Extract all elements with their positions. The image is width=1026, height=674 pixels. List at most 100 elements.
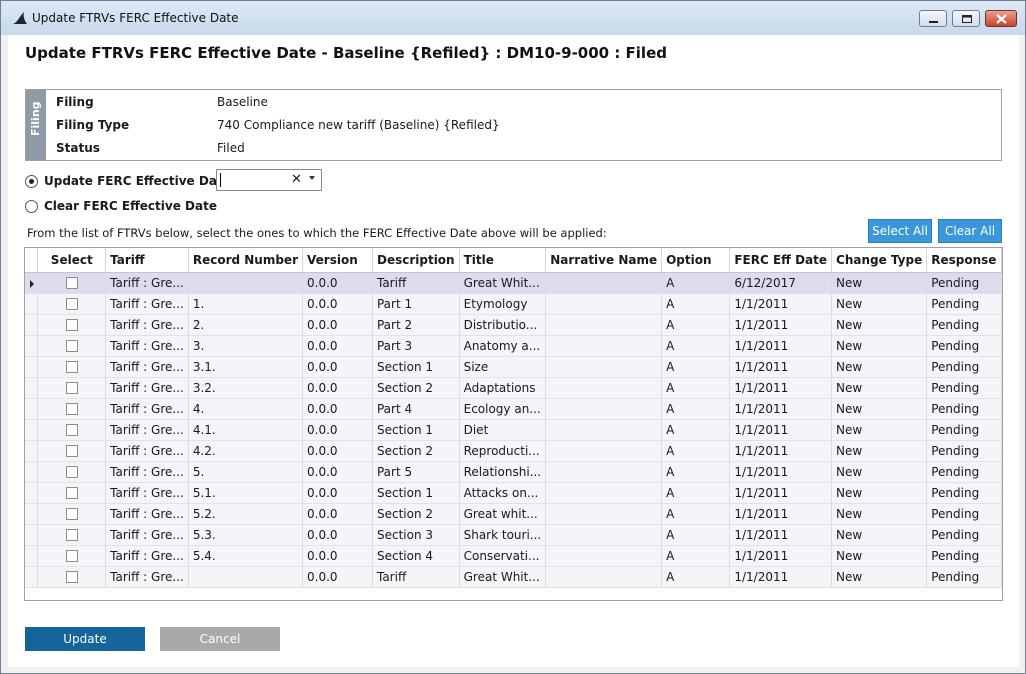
table-row[interactable]: Tariff : Gre... 1. 0.0.0 Part 1 Etymology A 1/… <box>25 293 1002 315</box>
record-number-cell[interactable]: 1. <box>188 293 304 315</box>
clear-date-radio[interactable] <box>25 199 38 213</box>
ferc-eff-date-cell[interactable]: 1/1/2011 <box>729 314 833 336</box>
record-number-cell[interactable]: 3.1. <box>188 356 304 378</box>
ferc-eff-date-cell[interactable]: 1/1/2011 <box>729 440 833 462</box>
tariff-cell[interactable]: Tariff : Gre... <box>105 461 189 483</box>
ferc-eff-date-cell[interactable]: 6/12/2017 <box>729 272 833 294</box>
version-cell[interactable]: 0.0.0 <box>302 293 373 315</box>
table-row[interactable]: Tariff : Gre... 5.2. 0.0.0 Section 2 Great w… <box>25 503 1002 525</box>
description-cell[interactable]: Part 5 <box>372 461 460 483</box>
table-row[interactable]: Tariff : Gre... 5.4. 0.0.0 Section 4 Conserv… <box>25 545 1002 567</box>
tariff-cell[interactable]: Tariff : Gre... <box>105 356 189 378</box>
tariff-cell[interactable]: Tariff : Gre... <box>105 545 189 567</box>
narrative-name-cell[interactable] <box>545 419 663 441</box>
change-type-cell[interactable]: New <box>831 524 928 546</box>
record-number-cell[interactable] <box>188 566 304 588</box>
close-button[interactable] <box>985 10 1017 27</box>
ferc-eff-date-cell[interactable]: 1/1/2011 <box>729 566 833 588</box>
maximize-button[interactable] <box>952 10 980 27</box>
response-cell[interactable]: Pending <box>926 440 1002 462</box>
table-row[interactable]: Tariff : Gre... 3.2. 0.0.0 Section 2 Adaptat… <box>25 377 1002 399</box>
change-type-cell[interactable]: New <box>831 356 928 378</box>
row-indicator[interactable] <box>25 314 39 336</box>
change-type-cell[interactable]: New <box>831 545 928 567</box>
response-cell[interactable]: Pending <box>926 461 1002 483</box>
select-checkbox[interactable] <box>65 466 78 478</box>
column-header-tariff[interactable]: Tariff <box>105 248 189 273</box>
ferc-effective-date-picker[interactable]: ✕ <box>216 169 322 191</box>
table-row[interactable]: Tariff : Gre... 4.2. 0.0.0 Section 2 Reprodu… <box>25 440 1002 462</box>
description-cell[interactable]: Section 3 <box>372 524 460 546</box>
response-cell[interactable]: Pending <box>926 377 1002 399</box>
ferc-eff-date-cell[interactable]: 1/1/2011 <box>729 524 833 546</box>
description-cell[interactable]: Part 4 <box>372 398 460 420</box>
record-number-cell[interactable]: 3. <box>188 335 304 357</box>
response-cell[interactable]: Pending <box>926 419 1002 441</box>
table-row[interactable]: Tariff : Gre... 2. 0.0.0 Part 2 Distributio.… <box>25 314 1002 336</box>
record-number-cell[interactable] <box>188 272 304 294</box>
select-checkbox[interactable] <box>65 277 78 289</box>
version-cell[interactable]: 0.0.0 <box>302 482 373 504</box>
row-indicator[interactable] <box>25 545 39 567</box>
title-cell[interactable]: Size <box>459 356 547 378</box>
column-header-record-number[interactable]: Record Number <box>188 248 304 273</box>
version-cell[interactable]: 0.0.0 <box>302 503 373 525</box>
version-cell[interactable]: 0.0.0 <box>302 314 373 336</box>
dropdown-arrow-icon[interactable] <box>309 176 315 180</box>
title-cell[interactable]: Great whit... <box>459 503 547 525</box>
narrative-name-cell[interactable] <box>545 314 663 336</box>
response-cell[interactable]: Pending <box>926 293 1002 315</box>
response-cell[interactable]: Pending <box>926 524 1002 546</box>
row-indicator[interactable] <box>25 482 39 504</box>
tariff-cell[interactable]: Tariff : Gre... <box>105 440 189 462</box>
record-number-cell[interactable]: 4.2. <box>188 440 304 462</box>
record-number-cell[interactable]: 2. <box>188 314 304 336</box>
select-checkbox[interactable] <box>65 445 78 457</box>
column-header-version[interactable]: Version <box>302 248 373 273</box>
narrative-name-cell[interactable] <box>545 545 663 567</box>
narrative-name-cell[interactable] <box>545 356 663 378</box>
response-cell[interactable]: Pending <box>926 503 1002 525</box>
clear-date-option[interactable]: Clear FERC Effective Date <box>25 199 217 213</box>
version-cell[interactable]: 0.0.0 <box>302 524 373 546</box>
option-cell[interactable]: A <box>661 398 731 420</box>
ferc-eff-date-cell[interactable]: 1/1/2011 <box>729 293 833 315</box>
response-cell[interactable]: Pending <box>926 566 1002 588</box>
version-cell[interactable]: 0.0.0 <box>302 272 373 294</box>
version-cell[interactable]: 0.0.0 <box>302 419 373 441</box>
title-bar[interactable]: Update FTRVs FERC Effective Date <box>1 1 1025 35</box>
column-header-title[interactable]: Title <box>459 248 547 273</box>
ferc-eff-date-cell[interactable]: 1/1/2011 <box>729 461 833 483</box>
table-row[interactable]: Tariff : Gre... 3.1. 0.0.0 Section 1 Size A 1/… <box>25 356 1002 378</box>
tariff-cell[interactable]: Tariff : Gre... <box>105 293 189 315</box>
cancel-button[interactable]: Cancel <box>160 627 280 651</box>
change-type-cell[interactable]: New <box>831 503 928 525</box>
select-checkbox[interactable] <box>65 550 78 562</box>
record-number-cell[interactable]: 4. <box>188 398 304 420</box>
tariff-cell[interactable]: Tariff : Gre... <box>105 398 189 420</box>
description-cell[interactable]: Section 1 <box>372 356 460 378</box>
option-cell[interactable]: A <box>661 524 731 546</box>
tariff-cell[interactable]: Tariff : Gre... <box>105 314 189 336</box>
version-cell[interactable]: 0.0.0 <box>302 377 373 399</box>
select-checkbox[interactable] <box>65 340 78 352</box>
row-indicator[interactable] <box>25 335 39 357</box>
description-cell[interactable]: Section 1 <box>372 482 460 504</box>
option-cell[interactable]: A <box>661 377 731 399</box>
title-cell[interactable]: Relationshi... <box>459 461 547 483</box>
record-number-cell[interactable]: 5.3. <box>188 524 304 546</box>
ferc-eff-date-cell[interactable]: 1/1/2011 <box>729 503 833 525</box>
table-row[interactable]: Tariff : Gre... 3. 0.0.0 Part 3 Anatomy a...… <box>25 335 1002 357</box>
tariff-cell[interactable]: Tariff : Gre... <box>105 524 189 546</box>
record-number-cell[interactable]: 5.1. <box>188 482 304 504</box>
row-indicator[interactable] <box>25 377 39 399</box>
option-cell[interactable]: A <box>661 545 731 567</box>
description-cell[interactable]: Section 2 <box>372 503 460 525</box>
tariff-cell[interactable]: Tariff : Gre... <box>105 419 189 441</box>
select-checkbox[interactable] <box>65 382 78 394</box>
record-number-cell[interactable]: 5.2. <box>188 503 304 525</box>
title-cell[interactable]: Adaptations <box>459 377 547 399</box>
version-cell[interactable]: 0.0.0 <box>302 461 373 483</box>
row-indicator[interactable] <box>25 419 39 441</box>
version-cell[interactable]: 0.0.0 <box>302 545 373 567</box>
